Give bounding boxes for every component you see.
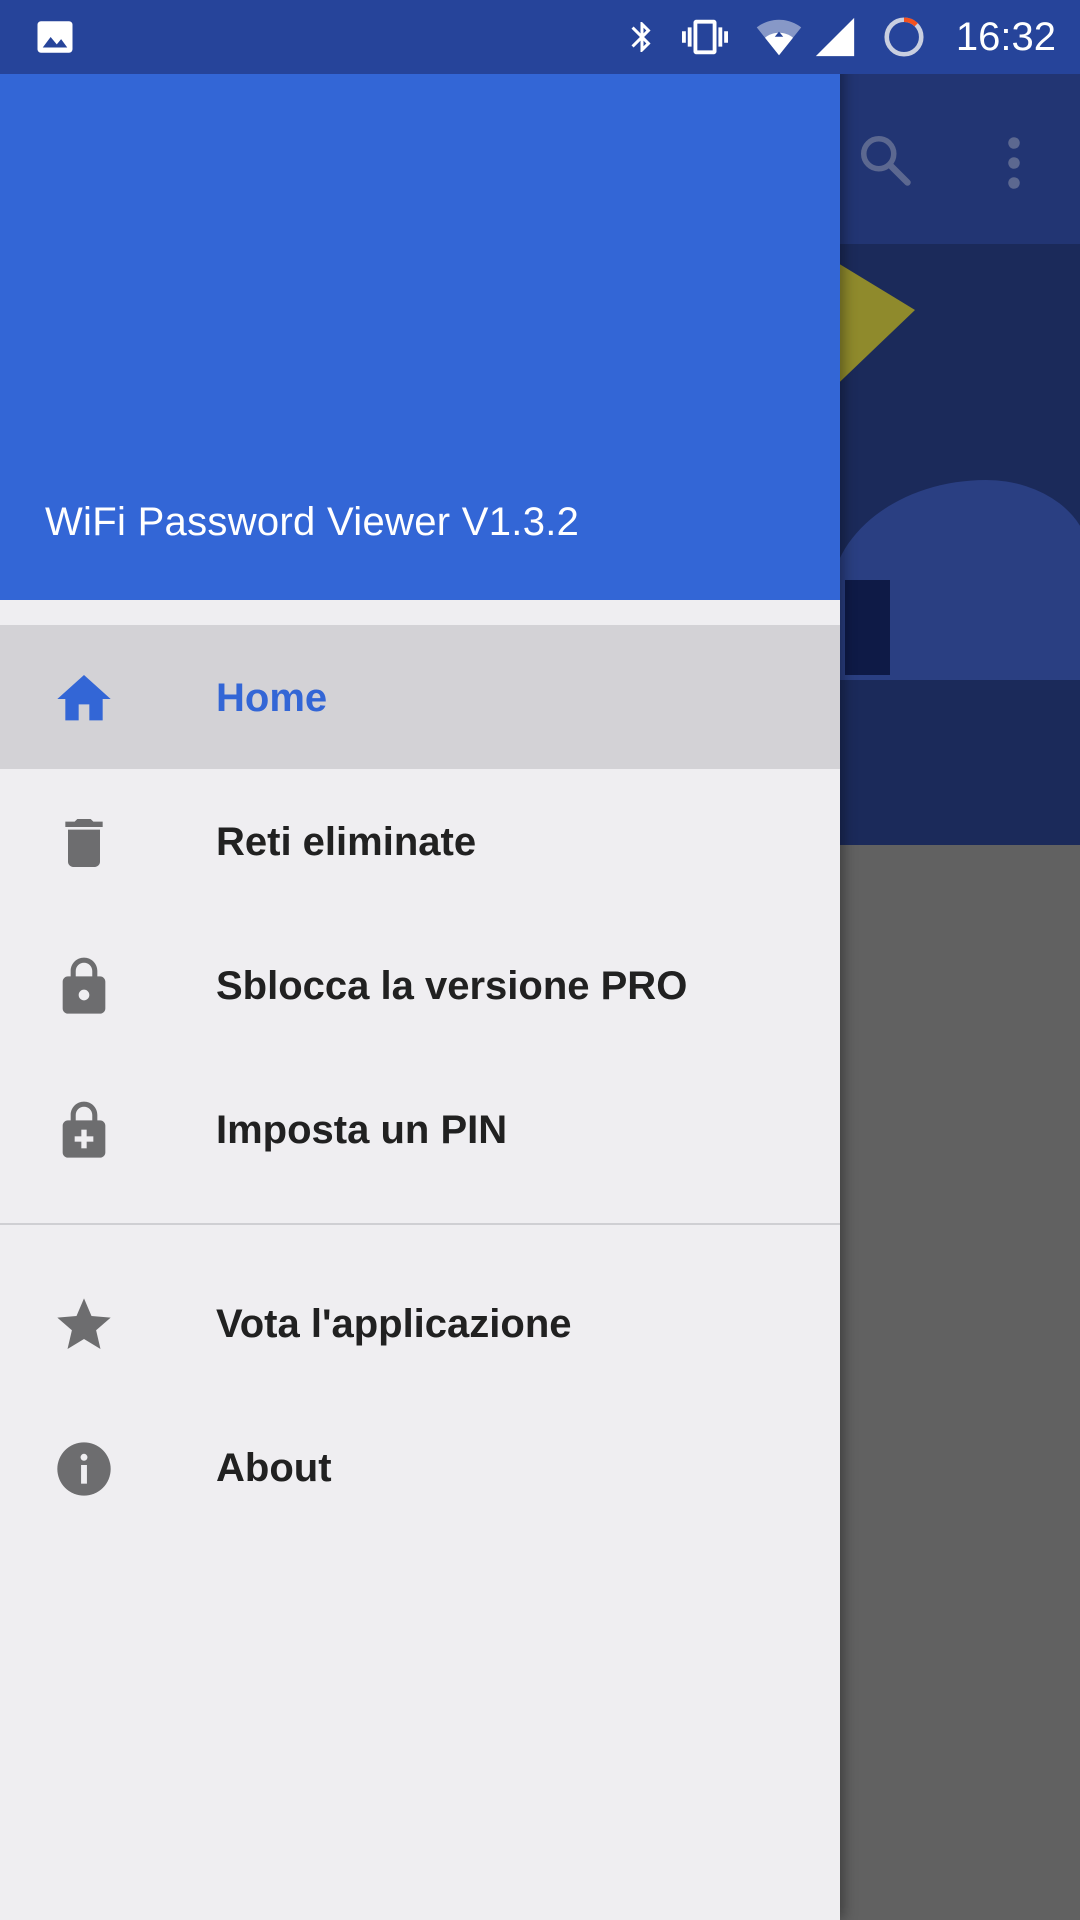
lock-plus-icon: [62, 1101, 106, 1158]
overflow-menu-icon[interactable]: [1000, 133, 1028, 193]
info-icon: [57, 1442, 111, 1496]
image-icon: [37, 21, 73, 53]
menu-divider: [0, 1223, 840, 1225]
menu-item-home[interactable]: Home: [0, 625, 840, 769]
menu-item-label: Home: [216, 676, 328, 720]
drawer-title: WiFi Password Viewer V1.3.2: [45, 500, 580, 544]
menu-item-label: Sblocca la versione PRO: [216, 964, 688, 1008]
menu-item-label: Reti eliminate: [216, 820, 477, 864]
menu-item-deleted-networks[interactable]: Reti eliminate: [0, 769, 840, 913]
status-bar: 16:32: [0, 0, 1080, 74]
wifi-icon: [756, 19, 802, 56]
bluetooth-icon: [631, 22, 651, 52]
star-icon: [57, 1298, 111, 1349]
menu-item-unlock-pro[interactable]: Sblocca la versione PRO: [0, 913, 840, 1057]
navigation-drawer: WiFi Password Viewer V1.3.2 Home Reti el…: [0, 0, 840, 1920]
menu-item-label: About: [216, 1446, 332, 1490]
menu-item-set-pin[interactable]: Imposta un PIN: [0, 1057, 840, 1201]
cell-signal-icon: [815, 17, 855, 57]
menu-item-label: Imposta un PIN: [216, 1108, 508, 1152]
menu-item-about[interactable]: About: [0, 1395, 840, 1539]
status-time: 16:32: [955, 15, 1056, 59]
vibrate-icon: [682, 19, 728, 55]
lock-icon: [62, 957, 106, 1014]
menu-item-label: Vota l'applicazione: [216, 1302, 572, 1346]
menu-item-rate-app[interactable]: Vota l'applicazione: [0, 1251, 840, 1395]
screen: WiFi Password Viewer V1.3.2 Home Reti el…: [0, 0, 1080, 1920]
sync-icon: [884, 17, 924, 57]
search-icon[interactable]: [855, 130, 915, 190]
trash-icon: [65, 819, 103, 867]
home-icon: [57, 675, 111, 721]
background-shape: [845, 580, 890, 675]
